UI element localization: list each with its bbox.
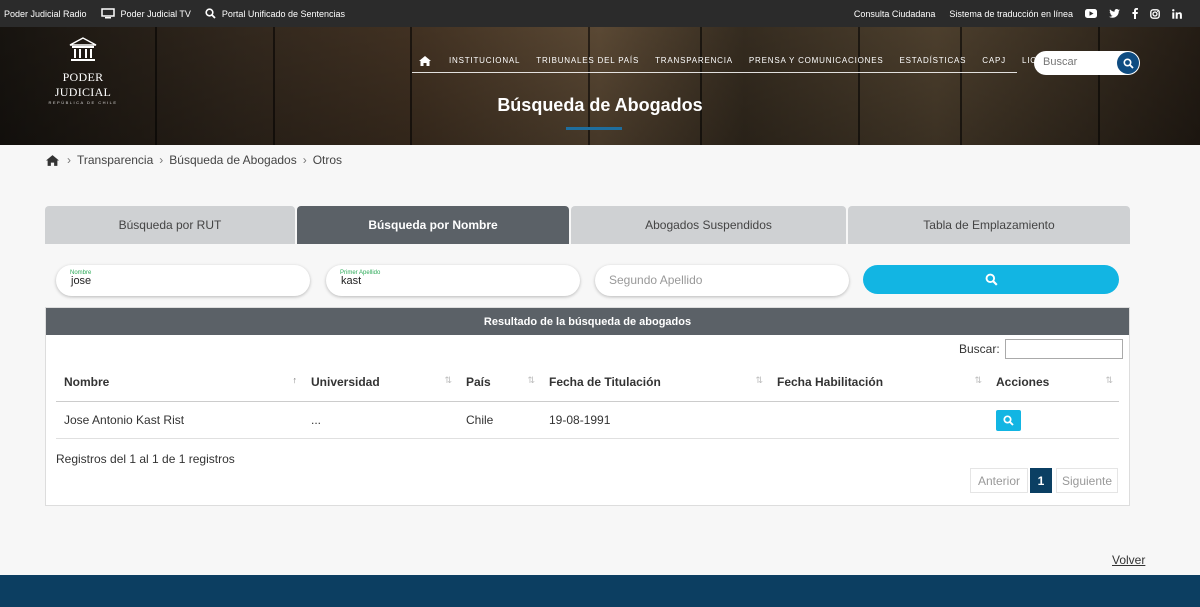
- page-title: Búsqueda de Abogados: [497, 95, 703, 115]
- footer: [0, 575, 1200, 607]
- search-icon: [985, 273, 998, 286]
- sort-icon: ⇅: [974, 375, 982, 385]
- results-title: Resultado de la búsqueda de abogados: [46, 308, 1129, 335]
- traduccion-link[interactable]: Sistema de traducción en línea: [949, 9, 1073, 19]
- filter-label: Buscar:: [959, 342, 1000, 356]
- home-icon[interactable]: [419, 55, 431, 66]
- cell-fecha-titulacion: 19-08-1991: [541, 401, 769, 439]
- nav-item-institucional[interactable]: INSTITUCIONAL: [449, 56, 520, 65]
- column-header-fecha-titulacion[interactable]: Fecha de Titulación ⇅: [541, 364, 769, 402]
- primer-apellido-field[interactable]: Primer Apellido kast: [326, 265, 580, 296]
- main-nav: INSTITUCIONAL TRIBUNALES DEL PAÍS TRANSP…: [412, 49, 1086, 73]
- instagram-icon[interactable]: [1150, 8, 1160, 19]
- volver-link[interactable]: Volver: [1112, 553, 1145, 567]
- search-button[interactable]: [863, 265, 1119, 294]
- tab-abogados-suspendidos[interactable]: Abogados Suspendidos: [571, 206, 846, 244]
- primer-apellido-value: kast: [341, 275, 362, 287]
- records-info: Registros del 1 al 1 de 1 registros: [56, 452, 235, 466]
- tab-busqueda-nombre[interactable]: Búsqueda por Nombre: [297, 206, 569, 244]
- results-panel: Resultado de la búsqueda de abogados Bus…: [45, 307, 1130, 506]
- sort-icon: ⇅: [527, 375, 535, 385]
- pagination-next[interactable]: Siguiente: [1056, 468, 1118, 493]
- sort-icon: ⇅: [444, 375, 452, 385]
- column-header-universidad[interactable]: Universidad ⇅: [303, 364, 458, 402]
- pagination-current[interactable]: 1: [1030, 468, 1052, 493]
- search-icon: [1122, 57, 1134, 69]
- radio-link[interactable]: Poder Judicial Radio: [4, 9, 87, 19]
- cell-fecha-habilitacion: [769, 401, 988, 439]
- breadcrumb-otros: Otros: [312, 153, 343, 167]
- segundo-apellido-field[interactable]: Segundo Apellido: [595, 265, 849, 296]
- results-table: Nombre ↑ Universidad ⇅ País ⇅ Fecha de Titu…: [56, 364, 1119, 439]
- tab-busqueda-rut[interactable]: Búsqueda por RUT: [45, 206, 295, 244]
- twitter-icon[interactable]: [1109, 9, 1120, 18]
- header-search-button[interactable]: [1117, 52, 1139, 74]
- cell-pais: Chile: [458, 401, 541, 439]
- title-underline: [566, 127, 622, 130]
- search-tabs: Búsqueda por RUT Búsqueda por Nombre Abo…: [45, 206, 1130, 244]
- tv-link[interactable]: Poder Judicial TV: [100, 8, 191, 19]
- linkedin-icon[interactable]: [1172, 8, 1182, 19]
- consulta-ciudadana-link[interactable]: Consulta Ciudadana: [854, 9, 936, 19]
- search-icon: [205, 8, 216, 19]
- table-row: Jose Antonio Kast Rist ... Chile 19-08-1…: [56, 401, 1119, 439]
- breadcrumb-busqueda[interactable]: Búsqueda de Abogados: [169, 153, 296, 167]
- sort-icon: ⇅: [755, 375, 763, 385]
- segundo-apellido-placeholder: Segundo Apellido: [609, 273, 703, 287]
- column-header-pais[interactable]: País ⇅: [458, 364, 541, 402]
- pagination: Anterior 1 Siguiente: [970, 468, 1118, 493]
- column-header-fecha-habilitacion[interactable]: Fecha Habilitación ⇅: [769, 364, 988, 402]
- header-search-input[interactable]: [1043, 56, 1113, 68]
- cell-acciones: [988, 401, 1119, 439]
- sort-icon: ↑: [292, 375, 298, 385]
- top-utility-bar: Poder Judicial Radio Poder Judicial TV P…: [0, 0, 1200, 27]
- cell-nombre: Jose Antonio Kast Rist: [56, 401, 303, 439]
- nav-item-prensa[interactable]: PRENSA Y COMUNICACIONES: [749, 56, 884, 65]
- filter-input[interactable]: [1004, 339, 1123, 359]
- home-icon[interactable]: [46, 154, 59, 166]
- sort-icon: ⇅: [1105, 375, 1113, 385]
- header-search: [1034, 51, 1140, 75]
- cell-universidad: ...: [303, 401, 458, 439]
- view-details-button[interactable]: [996, 410, 1021, 431]
- search-icon: [1003, 415, 1014, 426]
- hero-banner: PODER JUDICIAL REPÚBLICA DE CHILE INSTIT…: [0, 27, 1200, 145]
- nav-item-transparencia[interactable]: TRANSPARENCIA: [655, 56, 733, 65]
- nav-item-estadisticas[interactable]: ESTADÍSTICAS: [900, 56, 967, 65]
- breadcrumb-transparencia[interactable]: Transparencia: [77, 153, 153, 167]
- column-header-acciones[interactable]: Acciones ⇅: [988, 364, 1119, 402]
- courthouse-icon: [69, 37, 97, 61]
- nav-item-tribunales[interactable]: TRIBUNALES DEL PAÍS: [536, 56, 639, 65]
- nav-item-capj[interactable]: CAPJ: [982, 56, 1006, 65]
- poder-judicial-logo[interactable]: PODER JUDICIAL REPÚBLICA DE CHILE: [33, 37, 133, 105]
- breadcrumb: › Transparencia › Búsqueda de Abogados ›…: [46, 153, 342, 167]
- portal-link[interactable]: Portal Unificado de Sentencias: [205, 8, 345, 19]
- youtube-icon[interactable]: [1085, 9, 1097, 18]
- facebook-icon[interactable]: [1132, 8, 1138, 19]
- column-header-nombre[interactable]: Nombre ↑: [56, 364, 303, 402]
- monitor-icon: [100, 8, 115, 19]
- table-filter: Buscar:: [959, 339, 1123, 359]
- pagination-prev[interactable]: Anterior: [970, 468, 1028, 493]
- tab-tabla-emplazamiento[interactable]: Tabla de Emplazamiento: [848, 206, 1130, 244]
- table-header-row: Nombre ↑ Universidad ⇅ País ⇅ Fecha de Titu…: [56, 364, 1119, 402]
- nombre-field[interactable]: Nombre jose: [56, 265, 310, 296]
- nombre-value: jose: [71, 275, 92, 287]
